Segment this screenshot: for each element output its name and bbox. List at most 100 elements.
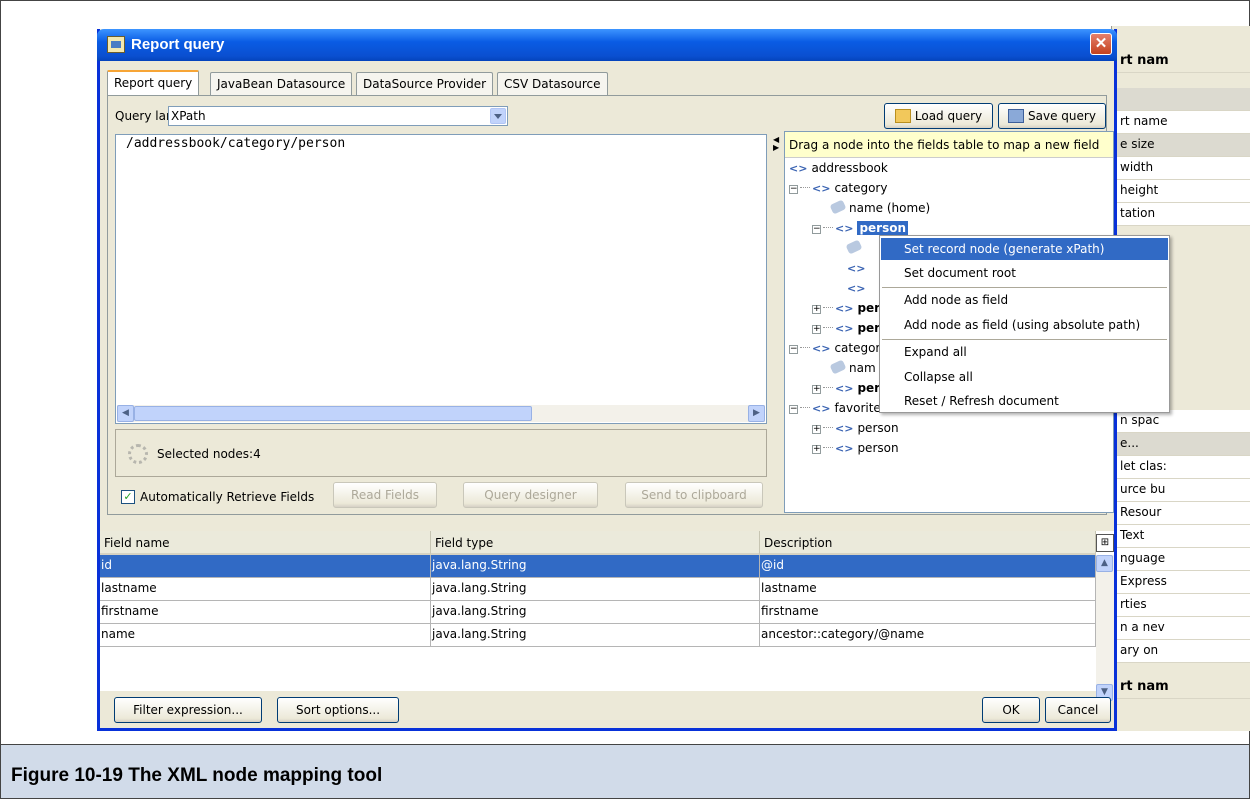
attribute-icon (845, 239, 863, 255)
close-button[interactable]: ✕ (1090, 33, 1112, 55)
xml-node-icon: <> (835, 222, 854, 235)
scroll-left-icon[interactable]: ◀ (117, 405, 134, 422)
table-cell[interactable]: firstname (100, 601, 431, 624)
tree-node[interactable]: + <> per (812, 321, 880, 339)
tree-node[interactable]: − <> category (789, 341, 887, 359)
figure-frame: rt nam rt name e size width height tatio… (0, 0, 1250, 799)
bg-row: height (1112, 180, 1250, 203)
scroll-up-icon[interactable]: ▲ (1096, 555, 1113, 572)
column-header-description[interactable]: Description (760, 531, 1096, 555)
report-icon (107, 36, 125, 53)
dialog-title: Report query (131, 36, 225, 53)
bg-row: rt nam (1112, 50, 1250, 73)
bg-row: n spac (1112, 410, 1250, 433)
collapse-icon[interactable]: − (812, 225, 821, 234)
tab-javabean-datasource[interactable]: JavaBean Datasource (210, 72, 353, 96)
column-header-field-type[interactable]: Field type (431, 531, 760, 555)
table-cell[interactable]: lastname (760, 578, 1096, 601)
selected-nodes-count: Selected nodes:4 (157, 447, 261, 461)
auto-retrieve-label: Automatically Retrieve Fields (140, 490, 315, 504)
tree-drag-hint: Drag a node into the fields table to map… (785, 132, 1113, 158)
table-cell[interactable]: java.lang.String (431, 555, 760, 578)
menu-item-reset-refresh[interactable]: Reset / Refresh document (881, 390, 1168, 412)
ok-button[interactable]: OK (982, 697, 1040, 723)
column-header-field-name[interactable]: Field name (100, 531, 431, 555)
tree-node[interactable]: − <> favorites (789, 401, 887, 419)
expand-icon[interactable]: + (812, 305, 821, 314)
bg-row: Resour (1112, 502, 1250, 525)
table-cell[interactable]: java.lang.String (431, 578, 760, 601)
auto-retrieve-checkbox[interactable]: ✓ (121, 490, 135, 504)
save-query-button[interactable]: Save query (998, 103, 1106, 129)
table-cell[interactable]: name (100, 624, 431, 647)
xml-node-icon: <> (812, 182, 831, 195)
expand-icon[interactable]: + (812, 325, 821, 334)
send-to-clipboard-button[interactable]: Send to clipboard (625, 482, 763, 508)
bg-row: nguage (1112, 548, 1250, 571)
tree-node[interactable]: nam (829, 359, 876, 379)
load-query-label: Load query (914, 109, 983, 123)
filter-expression-button[interactable]: Filter expression... (114, 697, 262, 723)
table-cell[interactable]: @id (760, 555, 1096, 578)
loading-spinner-icon (128, 444, 148, 464)
table-cell[interactable]: java.lang.String (431, 601, 760, 624)
save-query-label: Save query (1028, 109, 1096, 123)
table-cell[interactable]: firstname (760, 601, 1096, 624)
query-text[interactable]: /addressbook/category/person (126, 136, 345, 151)
vertical-scrollbar[interactable]: ▲ ▼ (1096, 555, 1114, 701)
query-editor[interactable]: /addressbook/category/person ◀ ▶ (115, 134, 767, 424)
tree-context-menu: Set record node (generate xPath) Set doc… (879, 235, 1170, 413)
cancel-button[interactable]: Cancel (1045, 697, 1111, 723)
bg-row: rt name (1112, 111, 1250, 134)
tree-node[interactable] (845, 239, 865, 259)
query-language-select[interactable]: XPath (168, 106, 508, 126)
dialog-titlebar[interactable]: Report query ✕ (97, 29, 1117, 61)
attribute-icon (829, 359, 847, 375)
tree-node[interactable]: − <> category (789, 181, 887, 199)
query-designer-button[interactable]: Query designer (463, 482, 598, 508)
collapse-icon[interactable]: − (789, 345, 798, 354)
scroll-right-icon[interactable]: ▶ (748, 405, 765, 422)
tree-node[interactable]: name (home) (829, 199, 930, 219)
menu-item-add-node-absolute[interactable]: Add node as field (using absolute path) (881, 314, 1168, 336)
tab-datasource-provider[interactable]: DataSource Provider (356, 72, 494, 96)
bg-row: rt nam (1112, 676, 1250, 699)
chevron-down-icon[interactable] (490, 108, 506, 124)
selection-status: Selected nodes:4 (115, 429, 767, 477)
table-cell[interactable]: ancestor::category/@name (760, 624, 1096, 647)
query-language-value: XPath (171, 109, 206, 123)
scrollbar-thumb[interactable] (134, 406, 532, 421)
menu-item-set-record-node[interactable]: Set record node (generate xPath) (881, 238, 1168, 260)
table-cell[interactable]: java.lang.String (431, 624, 760, 647)
tree-node[interactable]: <> addressbook (789, 161, 888, 179)
tree-node[interactable]: + <> person (812, 421, 899, 439)
xml-node-icon: <> (847, 262, 866, 275)
collapse-icon[interactable]: − (789, 405, 798, 414)
menu-item-expand-all[interactable]: Expand all (881, 341, 1168, 363)
save-icon (1008, 109, 1025, 123)
bg-row: Express (1112, 571, 1250, 594)
menu-item-add-node-as-field[interactable]: Add node as field (881, 289, 1168, 311)
table-cell[interactable]: lastname (100, 578, 431, 601)
tree-node[interactable]: <> (847, 281, 869, 299)
read-fields-button[interactable]: Read Fields (333, 482, 437, 508)
tab-report-query[interactable]: Report query (107, 70, 200, 96)
horizontal-scrollbar[interactable]: ◀ ▶ (117, 405, 765, 422)
xml-node-icon: <> (835, 422, 854, 435)
tree-node[interactable]: + <> person (812, 441, 899, 459)
expand-icon[interactable]: + (812, 425, 821, 434)
tab-csv-datasource[interactable]: CSV Datasource (497, 72, 608, 96)
tree-node[interactable]: + <> per (812, 301, 880, 319)
tree-node[interactable]: + <> per (812, 381, 880, 399)
menu-item-set-document-root[interactable]: Set document root (881, 262, 1168, 284)
expand-icon[interactable]: + (812, 385, 821, 394)
sort-options-button[interactable]: Sort options... (277, 697, 399, 723)
table-cell[interactable]: id (100, 555, 431, 578)
collapse-icon[interactable]: − (789, 185, 798, 194)
expand-icon[interactable]: + (812, 445, 821, 454)
load-query-button[interactable]: Load query (884, 103, 993, 129)
menu-item-collapse-all[interactable]: Collapse all (881, 366, 1168, 388)
splitter-arrows-icon[interactable]: ◀ ▶ (773, 136, 779, 152)
column-chooser-icon[interactable]: ⊞ (1096, 534, 1114, 552)
tree-node[interactable]: <> (847, 261, 869, 279)
